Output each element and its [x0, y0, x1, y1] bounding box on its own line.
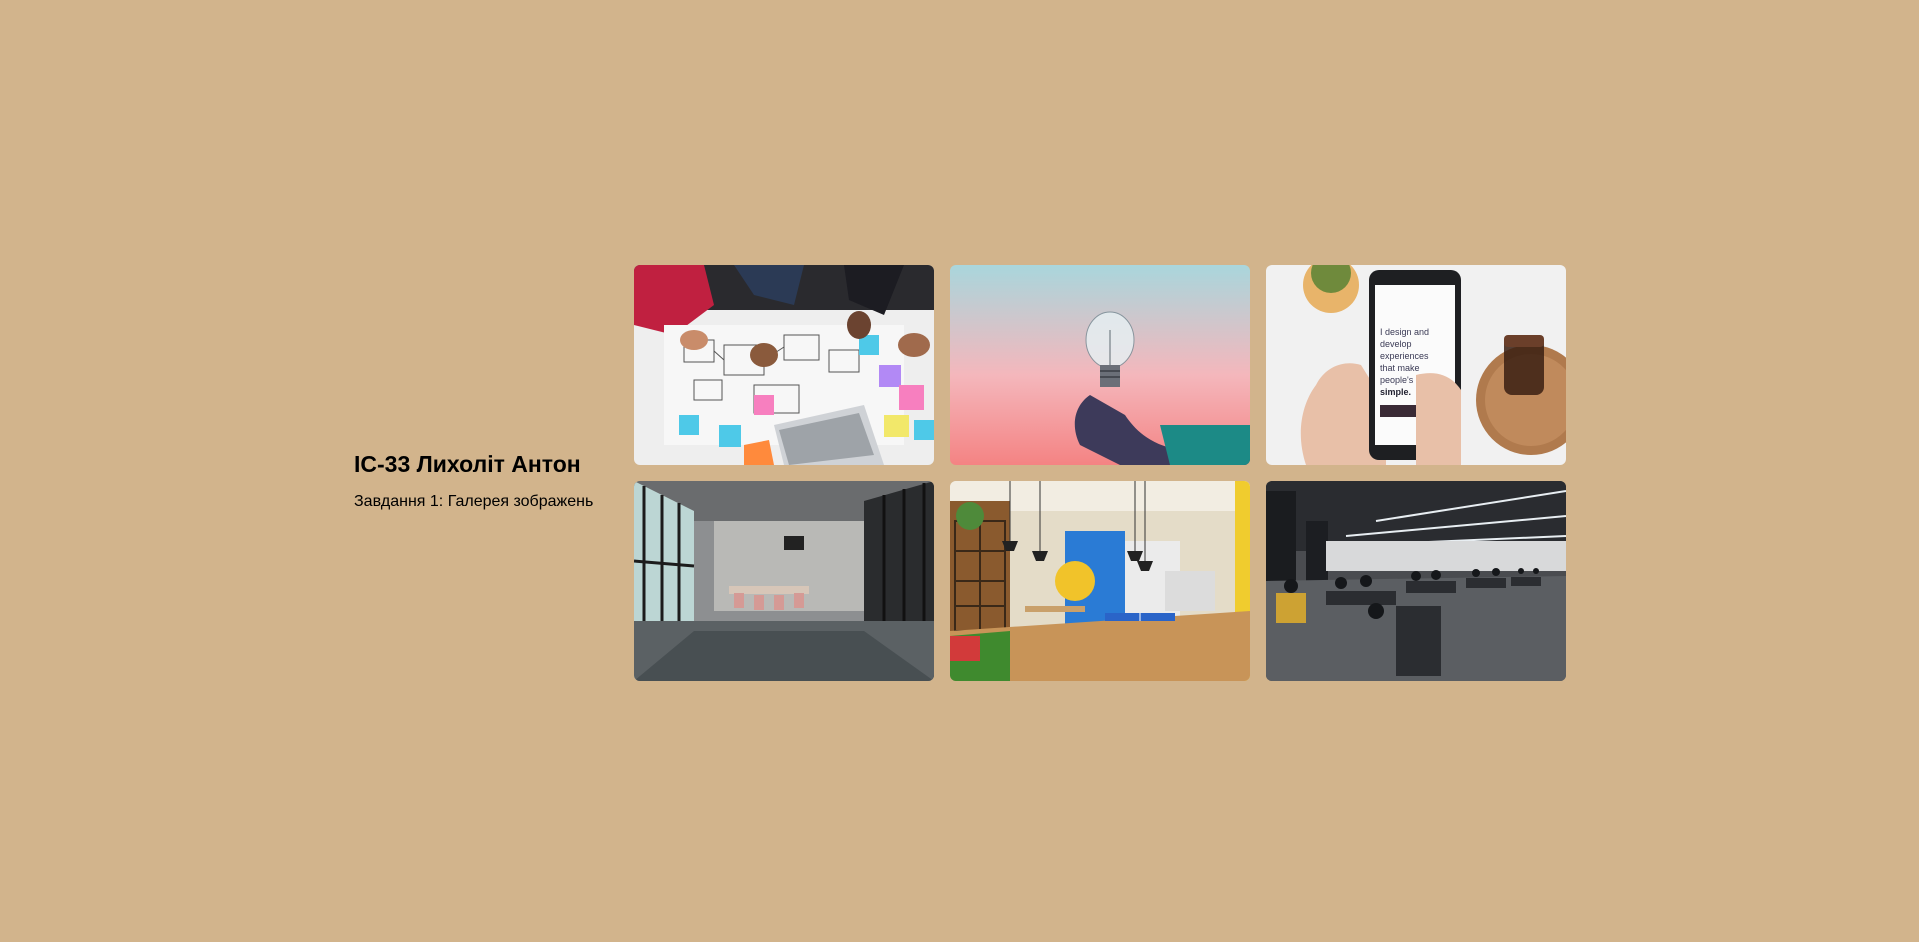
- page-title: ІС-33 Лихоліт Антон: [354, 451, 581, 477]
- page-subtitle: Завдання 1: Галерея зображень: [354, 493, 594, 510]
- phone-line-6: simple.: [1380, 387, 1411, 397]
- gallery-image-wireframes[interactable]: [634, 265, 934, 465]
- open-office-photo: [1266, 481, 1566, 681]
- intro-block: ІС-33 Лихоліт Антон Завдання 1: Галерея …: [354, 449, 614, 512]
- colorful-office-photo: [950, 481, 1250, 681]
- phone-line-4: that make: [1380, 363, 1420, 373]
- gallery-image-meeting-room[interactable]: [634, 481, 934, 681]
- phone-line-2: develop: [1380, 339, 1412, 349]
- gallery-image-phone[interactable]: I design and develop experiences that ma…: [1266, 265, 1566, 465]
- gallery-image-open-office[interactable]: [1266, 481, 1566, 681]
- lightbulb-photo: [950, 265, 1250, 465]
- meeting-room-photo: [634, 481, 934, 681]
- gallery-image-lightbulb[interactable]: [950, 265, 1250, 465]
- wireframes-photo: [634, 265, 934, 465]
- phone-line-3: experiences: [1380, 351, 1429, 361]
- phone-line-1: I design and: [1380, 327, 1429, 337]
- gallery-image-colorful-office[interactable]: [950, 481, 1250, 681]
- image-gallery: I design and develop experiences that ma…: [634, 265, 1566, 681]
- phone-photo: I design and develop experiences that ma…: [1266, 265, 1566, 465]
- page: ІС-33 Лихоліт Антон Завдання 1: Галерея …: [0, 0, 1919, 942]
